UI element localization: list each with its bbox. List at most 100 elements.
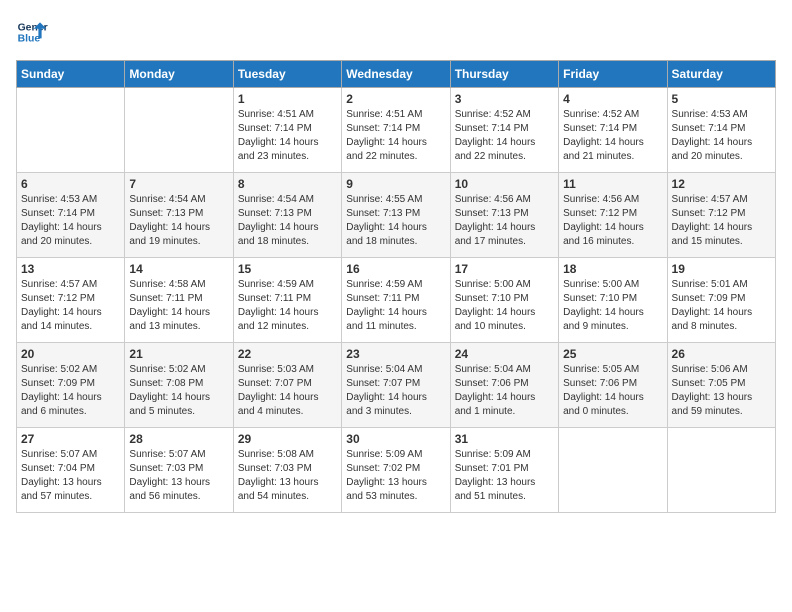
- day-detail: Sunrise: 5:08 AM Sunset: 7:03 PM Dayligh…: [238, 448, 337, 504]
- calendar-cell: 14 Sunrise: 4:58 AM Sunset: 7:11 PM Dayli…: [125, 258, 233, 343]
- day-number: 1: [238, 92, 337, 106]
- day-detail: Sunrise: 5:02 AM Sunset: 7:09 PM Dayligh…: [21, 363, 120, 419]
- calendar-week-row: 1 Sunrise: 4:51 AM Sunset: 7:14 PM Daylig…: [17, 88, 776, 173]
- day-detail: Sunrise: 4:52 AM Sunset: 7:14 PM Dayligh…: [563, 108, 662, 164]
- day-detail: Sunrise: 4:52 AM Sunset: 7:14 PM Dayligh…: [455, 108, 554, 164]
- day-detail: Sunrise: 4:51 AM Sunset: 7:14 PM Dayligh…: [346, 108, 445, 164]
- calendar-cell: 19Sunrise: 5:01 AM Sunset: 7:09 PM Dayli…: [667, 258, 775, 343]
- header-day: Friday: [559, 61, 667, 88]
- day-number: 22: [238, 347, 337, 361]
- calendar-cell: 2 Sunrise: 4:51 AM Sunset: 7:14 PM Daylig…: [342, 88, 450, 173]
- logo: General Blue: [16, 16, 48, 48]
- day-number: 27: [21, 432, 120, 446]
- day-detail: Sunrise: 5:00 AM Sunset: 7:10 PM Dayligh…: [563, 278, 662, 334]
- calendar-cell: 24 Sunrise: 5:04 AM Sunset: 7:06 PM Dayli…: [450, 343, 558, 428]
- calendar-cell: 16 Sunrise: 4:59 AM Sunset: 7:11 PM Dayli…: [342, 258, 450, 343]
- svg-text:Blue: Blue: [18, 34, 41, 45]
- day-detail: Sunrise: 5:07 AM Sunset: 7:03 PM Dayligh…: [129, 448, 228, 504]
- day-number: 12: [672, 177, 771, 191]
- day-detail: Sunrise: 4:56 AM Sunset: 7:13 PM Dayligh…: [455, 193, 554, 249]
- day-detail: Sunrise: 4:56 AM Sunset: 7:12 PM Dayligh…: [563, 193, 662, 249]
- day-number: 13: [21, 262, 120, 276]
- calendar-week-row: 6Sunrise: 4:53 AM Sunset: 7:14 PM Daylig…: [17, 173, 776, 258]
- calendar-cell: 4 Sunrise: 4:52 AM Sunset: 7:14 PM Daylig…: [559, 88, 667, 173]
- day-number: 7: [129, 177, 228, 191]
- header-day: Monday: [125, 61, 233, 88]
- calendar-cell: 22 Sunrise: 5:03 AM Sunset: 7:07 PM Dayli…: [233, 343, 341, 428]
- day-number: 8: [238, 177, 337, 191]
- header-row: SundayMondayTuesdayWednesdayThursdayFrid…: [17, 61, 776, 88]
- day-number: 2: [346, 92, 445, 106]
- calendar-week-row: 20Sunrise: 5:02 AM Sunset: 7:09 PM Dayli…: [17, 343, 776, 428]
- calendar-week-row: 27 Sunrise: 5:07 AM Sunset: 7:04 PM Dayli…: [17, 428, 776, 513]
- calendar-table: SundayMondayTuesdayWednesdayThursdayFrid…: [16, 60, 776, 513]
- day-detail: Sunrise: 4:54 AM Sunset: 7:13 PM Dayligh…: [129, 193, 228, 249]
- calendar-cell: 26Sunrise: 5:06 AM Sunset: 7:05 PM Dayli…: [667, 343, 775, 428]
- day-detail: Sunrise: 5:04 AM Sunset: 7:07 PM Dayligh…: [346, 363, 445, 419]
- calendar-header: SundayMondayTuesdayWednesdayThursdayFrid…: [17, 61, 776, 88]
- calendar-cell: 12 Sunrise: 4:57 AM Sunset: 7:12 PM Dayli…: [667, 173, 775, 258]
- day-detail: Sunrise: 5:02 AM Sunset: 7:08 PM Dayligh…: [129, 363, 228, 419]
- calendar-cell: 25 Sunrise: 5:05 AM Sunset: 7:06 PM Dayli…: [559, 343, 667, 428]
- calendar-cell: 6Sunrise: 4:53 AM Sunset: 7:14 PM Daylig…: [17, 173, 125, 258]
- calendar-cell: 13 Sunrise: 4:57 AM Sunset: 7:12 PM Dayli…: [17, 258, 125, 343]
- calendar-cell: 17Sunrise: 5:00 AM Sunset: 7:10 PM Dayli…: [450, 258, 558, 343]
- calendar-cell: 3 Sunrise: 4:52 AM Sunset: 7:14 PM Daylig…: [450, 88, 558, 173]
- day-number: 14: [129, 262, 228, 276]
- day-detail: Sunrise: 5:03 AM Sunset: 7:07 PM Dayligh…: [238, 363, 337, 419]
- header-day: Saturday: [667, 61, 775, 88]
- calendar-cell: 8Sunrise: 4:54 AM Sunset: 7:13 PM Daylig…: [233, 173, 341, 258]
- header-day: Wednesday: [342, 61, 450, 88]
- day-detail: Sunrise: 4:51 AM Sunset: 7:14 PM Dayligh…: [238, 108, 337, 164]
- day-detail: Sunrise: 5:05 AM Sunset: 7:06 PM Dayligh…: [563, 363, 662, 419]
- calendar-cell: 28 Sunrise: 5:07 AM Sunset: 7:03 PM Dayli…: [125, 428, 233, 513]
- day-detail: Sunrise: 4:57 AM Sunset: 7:12 PM Dayligh…: [21, 278, 120, 334]
- day-number: 23: [346, 347, 445, 361]
- day-number: 16: [346, 262, 445, 276]
- day-detail: Sunrise: 5:04 AM Sunset: 7:06 PM Dayligh…: [455, 363, 554, 419]
- day-number: 10: [455, 177, 554, 191]
- day-number: 31: [455, 432, 554, 446]
- day-number: 3: [455, 92, 554, 106]
- day-detail: Sunrise: 4:57 AM Sunset: 7:12 PM Dayligh…: [672, 193, 771, 249]
- calendar-cell: 29 Sunrise: 5:08 AM Sunset: 7:03 PM Dayli…: [233, 428, 341, 513]
- day-detail: Sunrise: 4:58 AM Sunset: 7:11 PM Dayligh…: [129, 278, 228, 334]
- day-number: 11: [563, 177, 662, 191]
- day-detail: Sunrise: 5:07 AM Sunset: 7:04 PM Dayligh…: [21, 448, 120, 504]
- calendar-cell: 31 Sunrise: 5:09 AM Sunset: 7:01 PM Dayli…: [450, 428, 558, 513]
- day-number: 4: [563, 92, 662, 106]
- day-number: 5: [672, 92, 771, 106]
- day-number: 26: [672, 347, 771, 361]
- calendar-cell: 27 Sunrise: 5:07 AM Sunset: 7:04 PM Dayli…: [17, 428, 125, 513]
- day-detail: Sunrise: 4:59 AM Sunset: 7:11 PM Dayligh…: [346, 278, 445, 334]
- day-number: 18: [563, 262, 662, 276]
- header-day: Tuesday: [233, 61, 341, 88]
- day-number: 9: [346, 177, 445, 191]
- calendar-week-row: 13 Sunrise: 4:57 AM Sunset: 7:12 PM Dayli…: [17, 258, 776, 343]
- day-number: 25: [563, 347, 662, 361]
- day-detail: Sunrise: 5:01 AM Sunset: 7:09 PM Dayligh…: [672, 278, 771, 334]
- day-number: 21: [129, 347, 228, 361]
- calendar-cell: 30Sunrise: 5:09 AM Sunset: 7:02 PM Dayli…: [342, 428, 450, 513]
- calendar-cell: 5 Sunrise: 4:53 AM Sunset: 7:14 PM Daylig…: [667, 88, 775, 173]
- calendar-cell: 11 Sunrise: 4:56 AM Sunset: 7:12 PM Dayli…: [559, 173, 667, 258]
- day-number: 28: [129, 432, 228, 446]
- day-number: 17: [455, 262, 554, 276]
- header-day: Sunday: [17, 61, 125, 88]
- day-detail: Sunrise: 5:09 AM Sunset: 7:02 PM Dayligh…: [346, 448, 445, 504]
- calendar-cell: 18 Sunrise: 5:00 AM Sunset: 7:10 PM Dayli…: [559, 258, 667, 343]
- day-number: 15: [238, 262, 337, 276]
- calendar-cell: 20Sunrise: 5:02 AM Sunset: 7:09 PM Dayli…: [17, 343, 125, 428]
- day-detail: Sunrise: 4:59 AM Sunset: 7:11 PM Dayligh…: [238, 278, 337, 334]
- calendar-cell: [17, 88, 125, 173]
- day-number: 24: [455, 347, 554, 361]
- day-number: 29: [238, 432, 337, 446]
- calendar-cell: 23 Sunrise: 5:04 AM Sunset: 7:07 PM Dayli…: [342, 343, 450, 428]
- calendar-cell: 21 Sunrise: 5:02 AM Sunset: 7:08 PM Dayli…: [125, 343, 233, 428]
- calendar-cell: 10 Sunrise: 4:56 AM Sunset: 7:13 PM Dayli…: [450, 173, 558, 258]
- calendar-cell: [559, 428, 667, 513]
- logo-icon: General Blue: [16, 16, 48, 48]
- day-detail: Sunrise: 5:09 AM Sunset: 7:01 PM Dayligh…: [455, 448, 554, 504]
- day-number: 6: [21, 177, 120, 191]
- day-detail: Sunrise: 4:53 AM Sunset: 7:14 PM Dayligh…: [672, 108, 771, 164]
